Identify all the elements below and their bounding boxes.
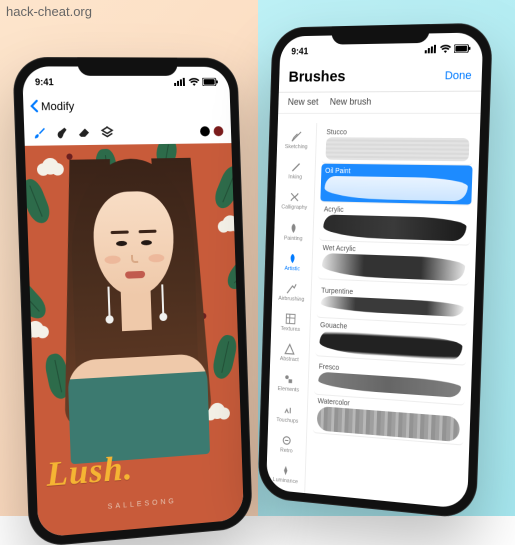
done-button[interactable]: Done	[445, 69, 472, 82]
category-airbrushing[interactable]: Airbrushing	[272, 276, 311, 308]
battery-icon	[202, 78, 218, 86]
category-calligraphy[interactable]: Calligraphy	[275, 185, 314, 216]
artwork-canvas[interactable]: Lush. SALLESONG	[25, 143, 244, 538]
new-brush-button[interactable]: New brush	[330, 96, 372, 106]
notch	[77, 57, 178, 76]
color-swatches	[200, 126, 224, 136]
category-label: Inking	[288, 175, 302, 181]
layers-tool-icon[interactable]	[100, 125, 115, 140]
category-icon	[283, 342, 296, 356]
wifi-icon	[440, 45, 451, 54]
category-label: Artistic	[284, 266, 300, 273]
category-label: Touchups	[276, 417, 298, 425]
status-time: 9:41	[291, 46, 308, 56]
category-inking[interactable]: Inking	[276, 155, 315, 186]
category-icon	[284, 312, 297, 326]
category-elements[interactable]: Elements	[269, 367, 308, 400]
brush-row[interactable]: Wet Acrylic	[318, 241, 470, 286]
category-icon	[288, 191, 301, 204]
back-button[interactable]	[29, 99, 39, 115]
swatch-2[interactable]	[214, 126, 224, 136]
category-painting[interactable]: Painting	[274, 216, 313, 248]
brush-row[interactable]: Stucco	[322, 125, 474, 166]
category-label: Calligraphy	[281, 205, 307, 212]
back-label[interactable]: Modify	[41, 101, 75, 114]
category-textures[interactable]: Textures	[271, 306, 310, 338]
category-icon	[279, 463, 292, 477]
tool-row	[24, 119, 231, 146]
category-retro[interactable]: Retro	[267, 427, 306, 461]
category-label: Textures	[280, 326, 300, 333]
category-icon	[286, 252, 299, 266]
category-luminance[interactable]: Luminance	[266, 457, 305, 491]
category-icon	[282, 373, 295, 387]
notch	[331, 24, 429, 45]
brush-row[interactable]: Acrylic	[319, 202, 471, 245]
brush-list: StuccoOil PaintAcrylicWet AcrylicTurpent…	[305, 123, 480, 509]
category-icon	[285, 282, 298, 296]
status-time: 9:41	[35, 77, 54, 87]
brush-stroke-preview	[322, 253, 466, 281]
smudge-tool-icon[interactable]	[55, 126, 70, 141]
brushes-title: Brushes	[288, 68, 345, 86]
artwork-title: Lush.	[46, 449, 134, 495]
category-icon	[281, 403, 294, 417]
brush-name: Stucco	[326, 129, 469, 137]
category-label: Sketching	[285, 144, 308, 150]
watermark-text: hack-cheat.org	[6, 4, 92, 19]
signal-icon	[425, 45, 437, 54]
brush-tool-icon[interactable]	[32, 126, 47, 141]
navbar: Modify	[23, 93, 231, 121]
category-touchups[interactable]: Touchups	[268, 397, 307, 430]
category-label: Airbrushing	[278, 296, 304, 303]
brush-stroke-preview	[323, 214, 467, 241]
battery-icon	[454, 44, 471, 53]
phone-right: 9:41 Brushes Done New set New brush Sket…	[257, 23, 492, 520]
brushes-header: Brushes Done	[279, 60, 483, 93]
chevron-left-icon	[29, 99, 39, 112]
category-icon	[287, 221, 300, 234]
phone-left: 9:41 Modify	[12, 57, 253, 545]
eraser-tool-icon[interactable]	[78, 125, 93, 140]
category-label: Abstract	[280, 356, 299, 363]
signal-icon	[174, 78, 186, 86]
category-label: Luminance	[273, 477, 298, 485]
brush-stroke-preview	[324, 175, 468, 200]
category-label: Elements	[278, 386, 300, 394]
brush-name: Oil Paint	[325, 167, 468, 176]
sub-actions: New set New brush	[278, 92, 481, 114]
category-artistic[interactable]: Artistic	[273, 246, 312, 278]
category-icon	[289, 160, 302, 173]
new-set-button[interactable]: New set	[288, 97, 319, 107]
category-icon	[280, 433, 293, 447]
category-label: Retro	[280, 447, 293, 454]
wifi-icon	[189, 78, 200, 86]
brush-row[interactable]: Oil Paint	[320, 164, 472, 206]
category-label: Painting	[284, 235, 303, 242]
portrait	[48, 157, 221, 465]
category-abstract[interactable]: Abstract	[270, 337, 309, 370]
category-sketching[interactable]: Sketching	[277, 125, 316, 156]
swatch-1[interactable]	[200, 126, 210, 136]
category-icon	[290, 130, 303, 143]
brush-stroke-preview	[326, 137, 470, 161]
